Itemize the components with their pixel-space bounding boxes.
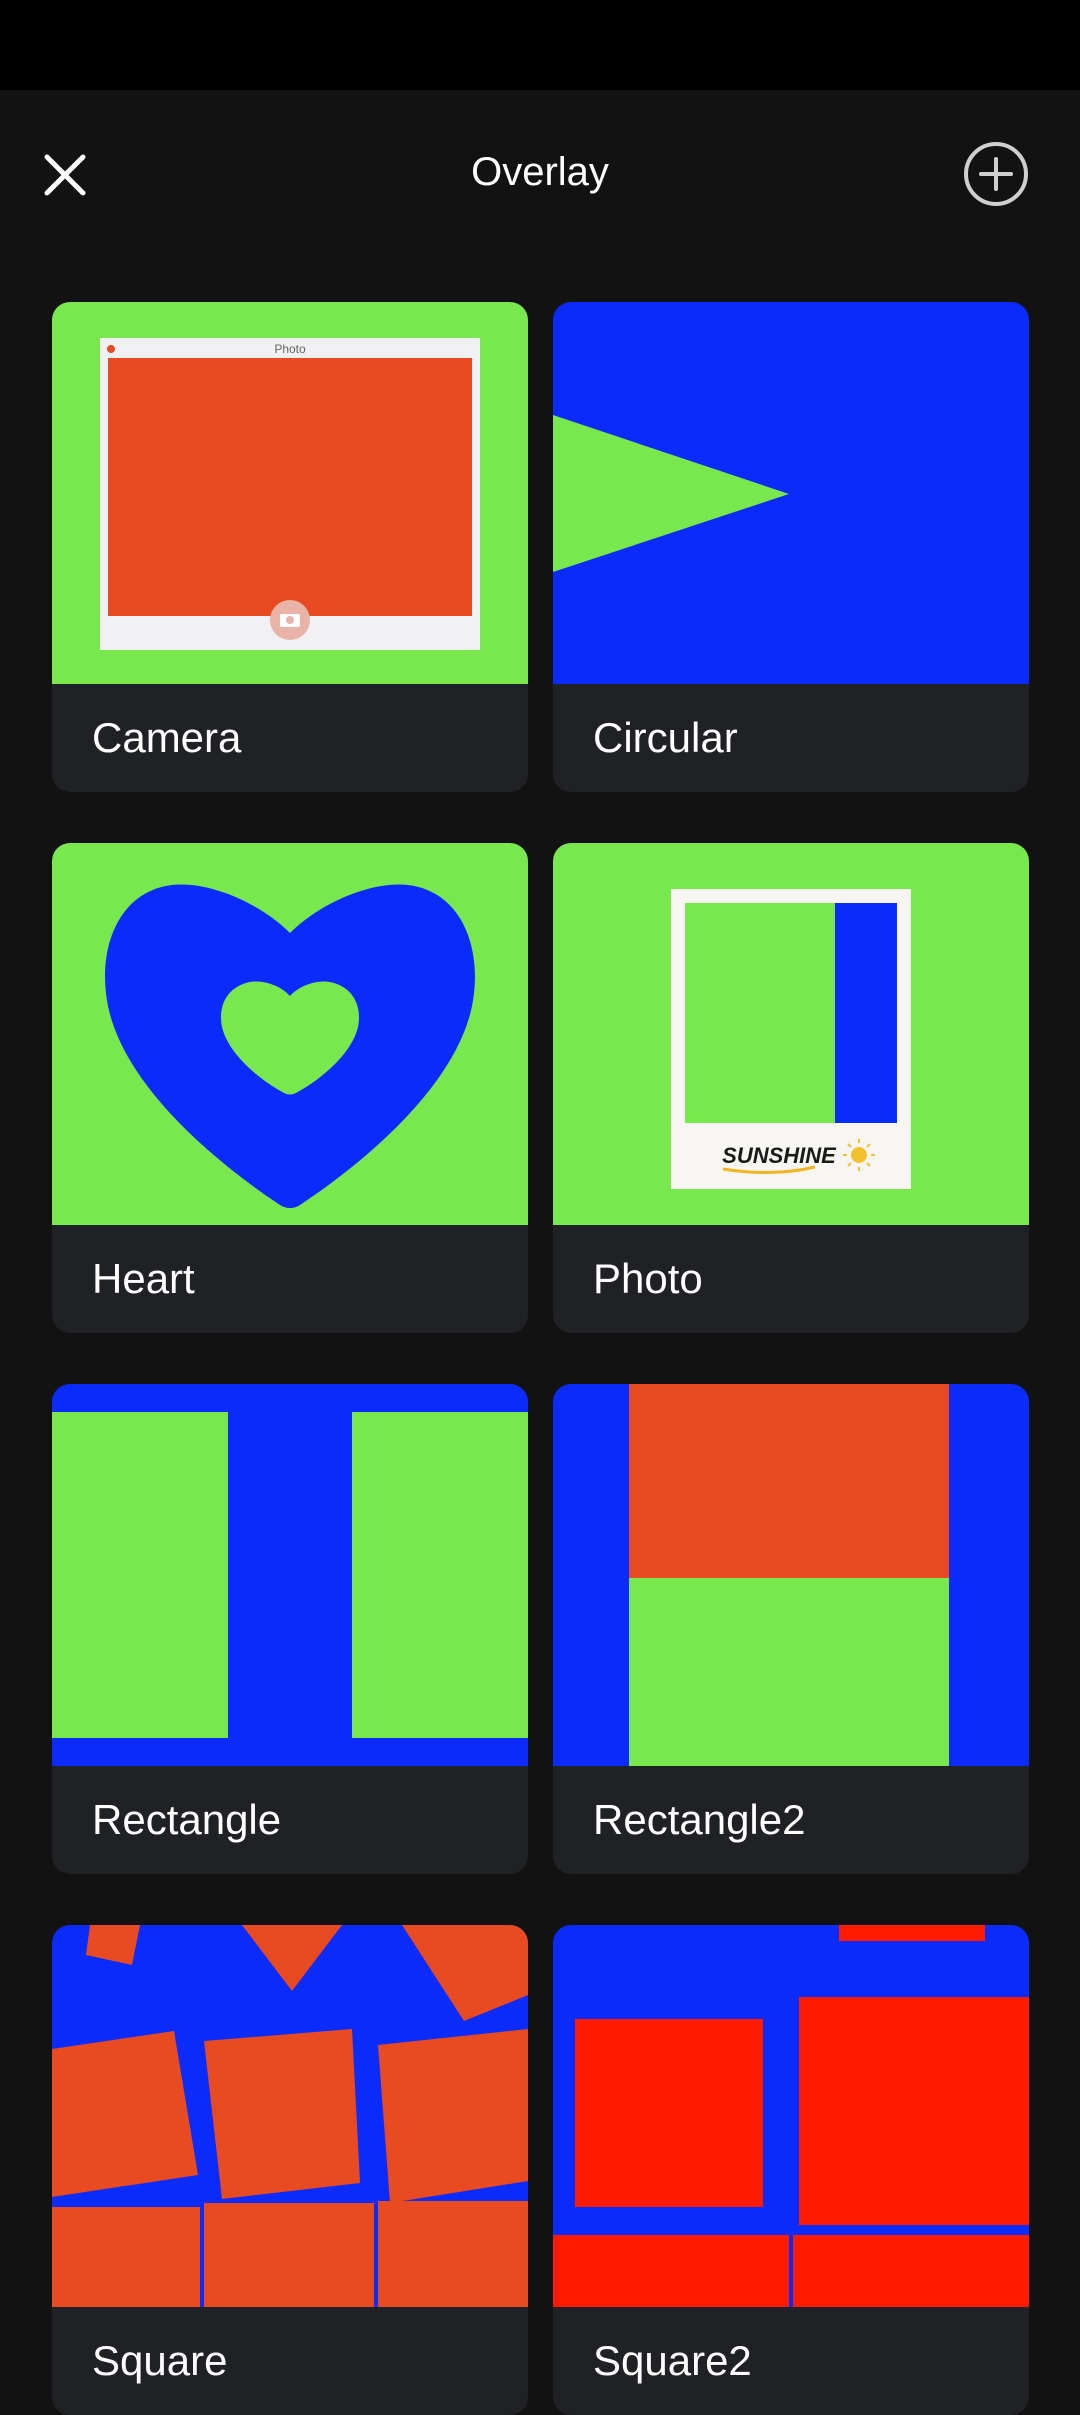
overlay-label: Photo: [593, 1255, 703, 1302]
photo-caption: SUNSHINE: [722, 1143, 837, 1168]
square-thumbnail: [52, 1925, 528, 2307]
camera-caption: Photo: [274, 342, 306, 356]
heart-thumbnail: [52, 843, 528, 1225]
rectangle2-thumbnail: [553, 1384, 1029, 1766]
overlay-card-rectangle2[interactable]: Rectangle2: [553, 1384, 1029, 1874]
circular-thumbnail: [553, 302, 1029, 684]
overlay-label: Rectangle: [92, 1796, 282, 1843]
overlay-card-square2[interactable]: Square2: [553, 1925, 1029, 2415]
overlay-label: Heart: [92, 1255, 195, 1302]
camera-thumbnail: Photo: [52, 302, 528, 684]
overlay-card-rectangle[interactable]: Rectangle: [52, 1384, 528, 1874]
overlay-card-circular[interactable]: Circular: [553, 302, 1029, 792]
overlay-label: Rectangle2: [593, 1796, 806, 1843]
square2-thumbnail: [553, 1925, 1029, 2307]
plus-circle-icon: [964, 142, 1028, 206]
overlay-card-heart[interactable]: Heart: [52, 843, 528, 1333]
overlay-card-square[interactable]: Square: [52, 1925, 528, 2415]
overlay-label: Camera: [92, 714, 242, 761]
overlay-label: Square2: [593, 2337, 752, 2384]
overlay-label: Square: [92, 2337, 228, 2384]
add-overlay-button[interactable]: [960, 138, 1032, 210]
overlay-card-photo[interactable]: SUNSHINE Photo: [553, 843, 1029, 1333]
overlay-label: Circular: [593, 714, 738, 761]
page-title: Overlay: [471, 150, 609, 194]
status-bar: [0, 0, 1080, 90]
rectangle-thumbnail: [52, 1384, 528, 1766]
overlay-card-camera[interactable]: Photo Camera: [52, 302, 528, 792]
header: Overlay: [0, 90, 1080, 250]
photo-thumbnail: SUNSHINE: [553, 843, 1029, 1225]
